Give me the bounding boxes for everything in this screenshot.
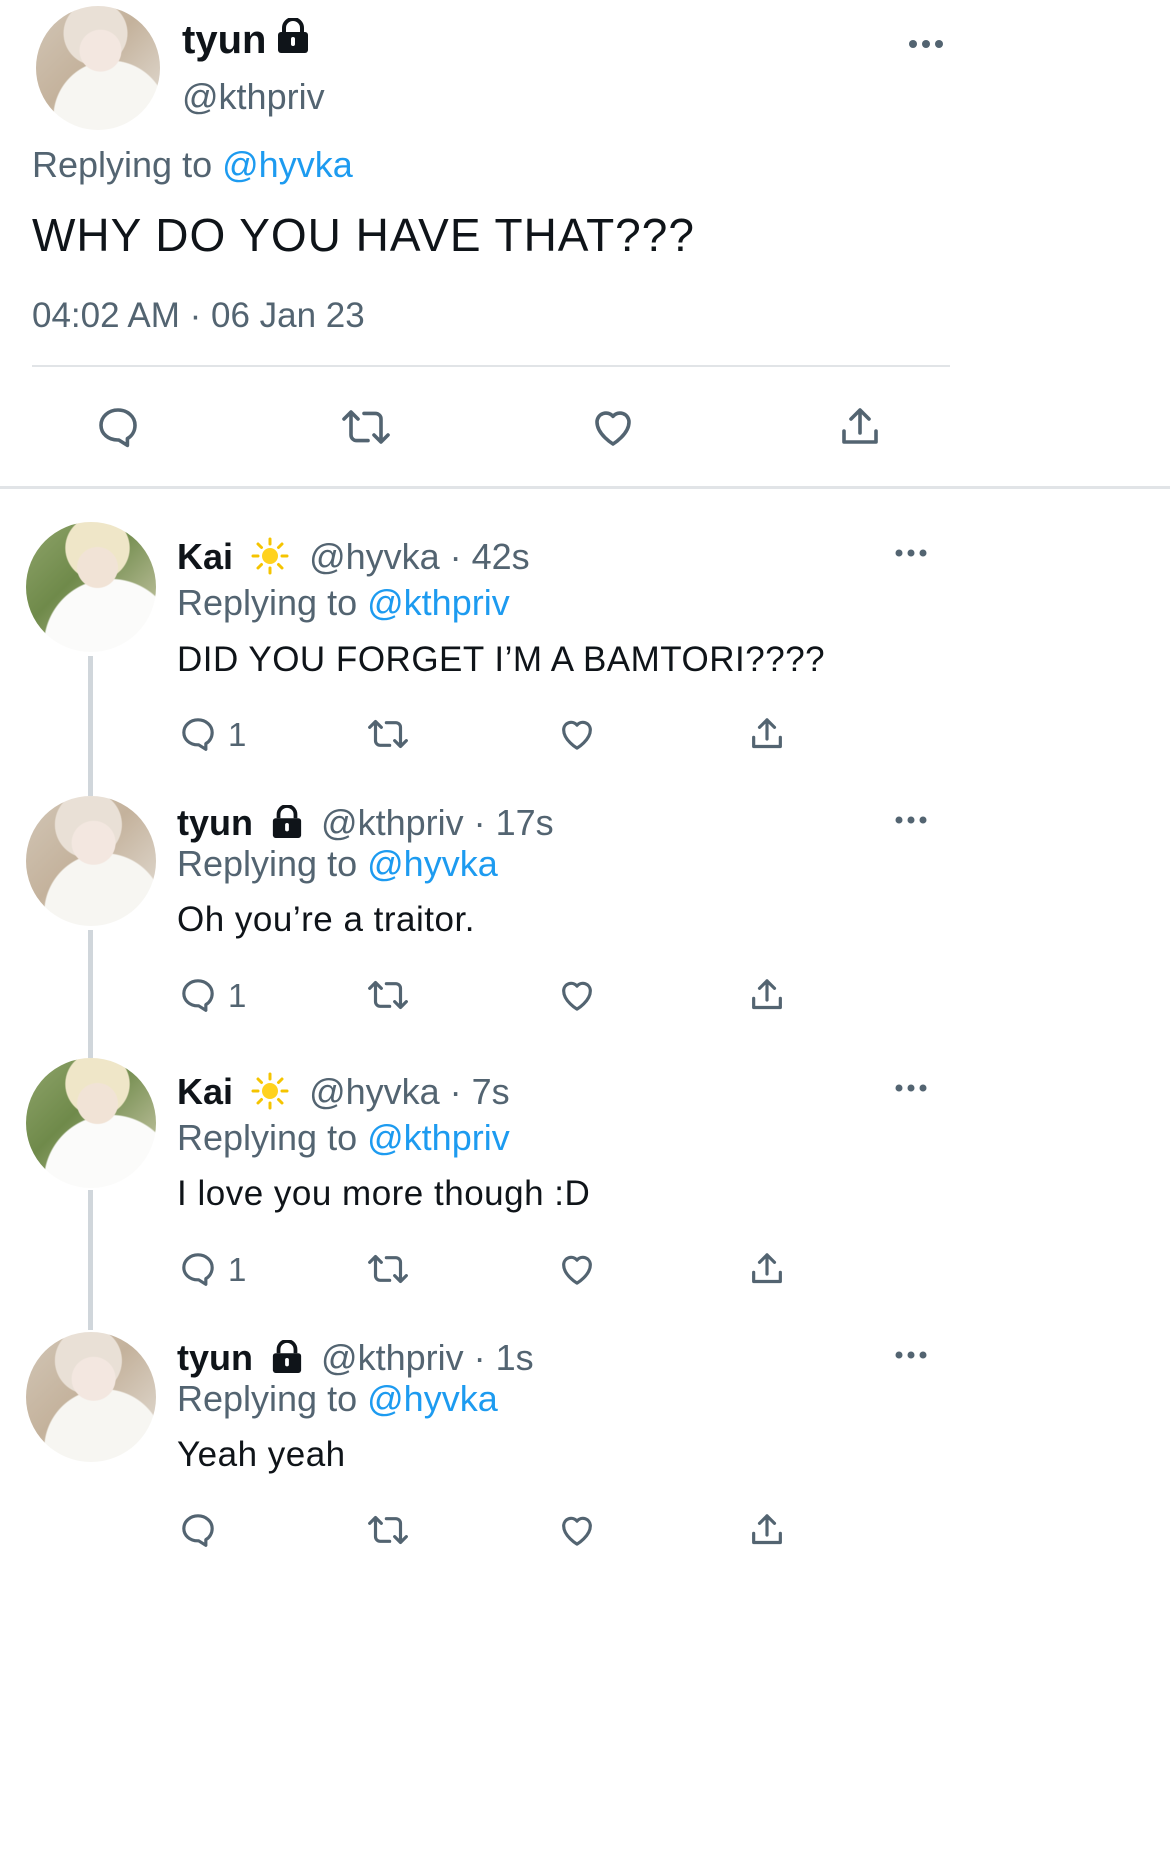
handle-time[interactable]: @kthpriv · 1s	[321, 1337, 534, 1378]
tweet-text: DID YOU FORGET I’M A BAMTORI????	[177, 640, 826, 679]
reply-header: Kai @hyvka · 7s	[177, 1071, 510, 1113]
tweet-text: I love you more though :D	[177, 1174, 591, 1213]
sun-icon	[251, 1072, 289, 1110]
mention-link[interactable]: @hyvka	[367, 1378, 498, 1419]
replying-to: Replying to @kthpriv	[177, 1117, 510, 1159]
replying-to: Replying to @hyvka	[177, 843, 498, 885]
share-icon[interactable]	[747, 714, 787, 754]
more-icon[interactable]	[895, 1350, 927, 1360]
display-name[interactable]: tyun	[177, 802, 253, 843]
reply-count: 1	[228, 716, 247, 753]
tweet-text: WHY DO YOU HAVE THAT???	[32, 209, 695, 261]
lock-icon	[271, 1340, 303, 1374]
replying-to: Replying to @kthpriv	[177, 582, 510, 624]
handle-time[interactable]: @kthpriv · 17s	[321, 802, 554, 843]
mention-link[interactable]: @hyvka	[222, 144, 353, 185]
retweet-icon[interactable]	[364, 714, 412, 754]
avatar[interactable]	[36, 6, 160, 130]
reply-header: tyun @kthpriv · 1s	[177, 1337, 534, 1379]
reply-icon[interactable]	[178, 1249, 218, 1289]
thread-line	[88, 656, 93, 796]
timestamp: 04:02 AM · 06 Jan 23	[32, 296, 365, 335]
like-icon[interactable]	[557, 975, 597, 1015]
display-name[interactable]: tyun	[182, 18, 266, 63]
display-name[interactable]: Kai	[177, 1071, 233, 1112]
replying-prefix: Replying to	[32, 144, 213, 185]
like-icon[interactable]	[557, 1249, 597, 1289]
share-icon[interactable]	[836, 403, 884, 451]
retweet-icon[interactable]	[364, 975, 412, 1015]
share-icon[interactable]	[747, 1510, 787, 1550]
avatar[interactable]	[26, 1332, 156, 1462]
reply-header: tyun @kthpriv · 17s	[177, 802, 554, 844]
reply-header: Kai @hyvka · 42s	[177, 536, 530, 578]
reply-count: 1	[228, 977, 247, 1014]
more-icon[interactable]	[895, 1083, 927, 1093]
mention-link[interactable]: @kthpriv	[367, 582, 510, 623]
share-icon[interactable]	[747, 975, 787, 1015]
display-name[interactable]: Kai	[177, 536, 233, 577]
replying-prefix: Replying to	[177, 843, 358, 884]
mention-link[interactable]: @kthpriv	[367, 1117, 510, 1158]
tweet-text: Yeah yeah	[177, 1435, 346, 1474]
like-icon[interactable]	[557, 1510, 597, 1550]
share-icon[interactable]	[747, 1249, 787, 1289]
reply-count: 1	[228, 1251, 247, 1288]
replying-prefix: Replying to	[177, 582, 358, 623]
like-icon[interactable]	[589, 403, 637, 451]
reply-icon[interactable]	[178, 714, 218, 754]
reply-icon[interactable]	[178, 1510, 218, 1550]
retweet-icon[interactable]	[364, 1510, 412, 1550]
handle-time[interactable]: @hyvka · 7s	[309, 1071, 510, 1112]
thread-line	[88, 930, 93, 1058]
tweet-text: Oh you’re a traitor.	[177, 900, 475, 939]
lock-icon	[271, 805, 303, 839]
more-icon[interactable]	[895, 548, 927, 558]
avatar[interactable]	[26, 522, 156, 652]
replying-prefix: Replying to	[177, 1117, 358, 1158]
retweet-icon[interactable]	[364, 1249, 412, 1289]
divider	[32, 365, 950, 367]
display-name[interactable]: tyun	[177, 1337, 253, 1378]
thread-line	[88, 1190, 93, 1330]
more-icon[interactable]	[895, 815, 927, 825]
replying-to: Replying to @hyvka	[32, 144, 353, 186]
lock-icon	[276, 18, 310, 54]
retweet-icon[interactable]	[338, 403, 394, 451]
reply-icon[interactable]	[178, 975, 218, 1015]
mention-link[interactable]: @hyvka	[367, 843, 498, 884]
sun-icon	[251, 537, 289, 575]
avatar[interactable]	[26, 796, 156, 926]
handle-time[interactable]: @hyvka · 42s	[309, 536, 530, 577]
reply-icon[interactable]	[94, 403, 142, 451]
section-divider	[0, 486, 1170, 489]
like-icon[interactable]	[557, 714, 597, 754]
more-icon[interactable]	[908, 38, 944, 50]
replying-prefix: Replying to	[177, 1378, 358, 1419]
replying-to: Replying to @hyvka	[177, 1378, 498, 1420]
avatar[interactable]	[26, 1058, 156, 1188]
handle[interactable]: @kthpriv	[182, 76, 325, 118]
